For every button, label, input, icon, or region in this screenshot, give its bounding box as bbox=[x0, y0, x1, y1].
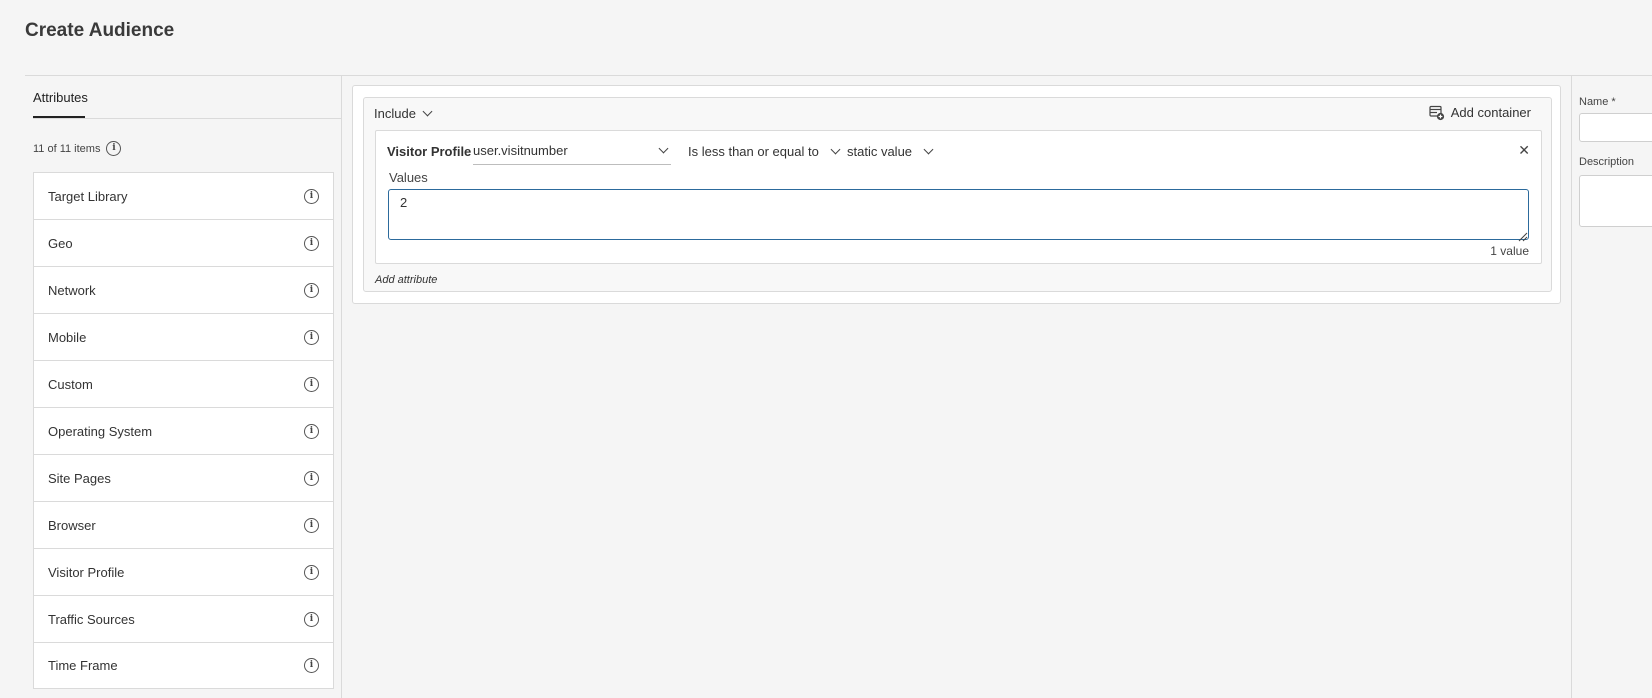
attributes-panel: Attributes 11 of 11 items i Target Libra… bbox=[25, 76, 341, 698]
audience-builder: Include Add container Visitor Profile us… bbox=[352, 85, 1561, 304]
include-label: Include bbox=[374, 106, 416, 121]
info-icon[interactable]: i bbox=[304, 611, 319, 627]
info-icon[interactable]: i bbox=[304, 564, 319, 580]
info-icon[interactable]: i bbox=[304, 282, 319, 298]
attribute-item-geo[interactable]: Geo i bbox=[34, 220, 333, 267]
info-icon[interactable]: i bbox=[304, 517, 319, 533]
attribute-item-network[interactable]: Network i bbox=[34, 267, 333, 314]
attribute-item-label: Custom bbox=[48, 376, 93, 392]
rule-container: Include Add container Visitor Profile us… bbox=[363, 97, 1552, 292]
chevron-down-icon bbox=[658, 143, 669, 154]
column-divider bbox=[341, 76, 342, 698]
description-label: Description bbox=[1579, 156, 1635, 168]
attribute-item-label: Target Library bbox=[48, 188, 128, 204]
description-input[interactable] bbox=[1579, 175, 1652, 227]
values-label: Values bbox=[389, 170, 428, 185]
item-count: 11 of 11 items bbox=[33, 142, 101, 155]
attribute-item-mobile[interactable]: Mobile i bbox=[34, 314, 333, 361]
attribute-item-label: Mobile bbox=[48, 329, 87, 345]
info-icon[interactable]: i bbox=[304, 470, 319, 486]
rule-category: Visitor Profile bbox=[387, 144, 472, 159]
tab-attributes[interactable]: Attributes bbox=[33, 90, 88, 117]
attribute-select-value: user.visitnumber bbox=[473, 143, 568, 158]
operator-select-value: Is less than or equal to bbox=[688, 144, 819, 159]
value-count: 1 value bbox=[1490, 244, 1529, 258]
add-container-icon bbox=[1429, 105, 1444, 121]
attribute-item-site-pages[interactable]: Site Pages i bbox=[34, 455, 333, 502]
attribute-item-browser[interactable]: Browser i bbox=[34, 502, 333, 549]
add-container-button[interactable]: Add container bbox=[1429, 105, 1531, 121]
info-icon[interactable]: i bbox=[304, 235, 319, 251]
page-title: Create Audience bbox=[25, 20, 175, 41]
attribute-item-label: Visitor Profile bbox=[48, 564, 125, 580]
value-type-select[interactable]: static value bbox=[847, 144, 934, 159]
info-icon[interactable]: i bbox=[304, 658, 319, 673]
info-icon[interactable]: i bbox=[304, 188, 319, 204]
attribute-select[interactable]: user.visitnumber bbox=[473, 141, 671, 165]
chevron-down-icon bbox=[830, 144, 841, 155]
attribute-item-label: Geo bbox=[48, 235, 73, 251]
add-container-label: Add container bbox=[1450, 105, 1531, 120]
chevron-down-icon bbox=[923, 144, 934, 155]
resize-handle-icon[interactable] bbox=[1518, 229, 1528, 242]
attribute-item-custom[interactable]: Custom i bbox=[34, 361, 333, 408]
attribute-item-target-library[interactable]: Target Library i bbox=[34, 173, 333, 220]
info-icon[interactable]: i bbox=[304, 423, 319, 439]
values-textarea[interactable]: 2 bbox=[388, 189, 1529, 240]
info-icon[interactable]: i bbox=[304, 376, 319, 392]
attribute-list: Target Library i Geo i Network i Mobile … bbox=[33, 172, 334, 689]
attribute-item-label: Site Pages bbox=[48, 470, 111, 486]
info-icon[interactable]: i bbox=[304, 329, 319, 345]
item-count-row: 11 of 11 items i bbox=[33, 141, 122, 156]
rule-row: Visitor Profile user.visitnumber Is less… bbox=[375, 130, 1542, 264]
attribute-item-traffic-sources[interactable]: Traffic Sources i bbox=[34, 596, 333, 643]
attribute-item-label: Network bbox=[48, 282, 96, 298]
attribute-item-time-frame[interactable]: Time Frame i bbox=[34, 643, 333, 688]
attribute-item-operating-system[interactable]: Operating System i bbox=[34, 408, 333, 455]
attribute-item-label: Browser bbox=[48, 517, 96, 533]
remove-rule-icon[interactable]: ✕ bbox=[1518, 142, 1530, 159]
add-attribute-link[interactable]: Add attribute bbox=[375, 274, 437, 286]
operator-select[interactable]: Is less than or equal to bbox=[688, 144, 841, 159]
column-divider bbox=[1571, 76, 1572, 698]
attribute-item-label: Time Frame bbox=[48, 658, 118, 673]
attribute-item-visitor-profile[interactable]: Visitor Profile i bbox=[34, 549, 333, 596]
name-input[interactable] bbox=[1579, 113, 1652, 142]
tab-divider bbox=[33, 118, 341, 119]
value-type-select-value: static value bbox=[847, 144, 913, 159]
attribute-item-label: Operating System bbox=[48, 423, 153, 439]
chevron-down-icon bbox=[422, 106, 433, 117]
name-label: Name * bbox=[1579, 96, 1616, 108]
include-dropdown[interactable]: Include bbox=[374, 106, 433, 121]
info-icon[interactable]: i bbox=[106, 141, 122, 156]
attribute-item-label: Traffic Sources bbox=[48, 611, 135, 627]
